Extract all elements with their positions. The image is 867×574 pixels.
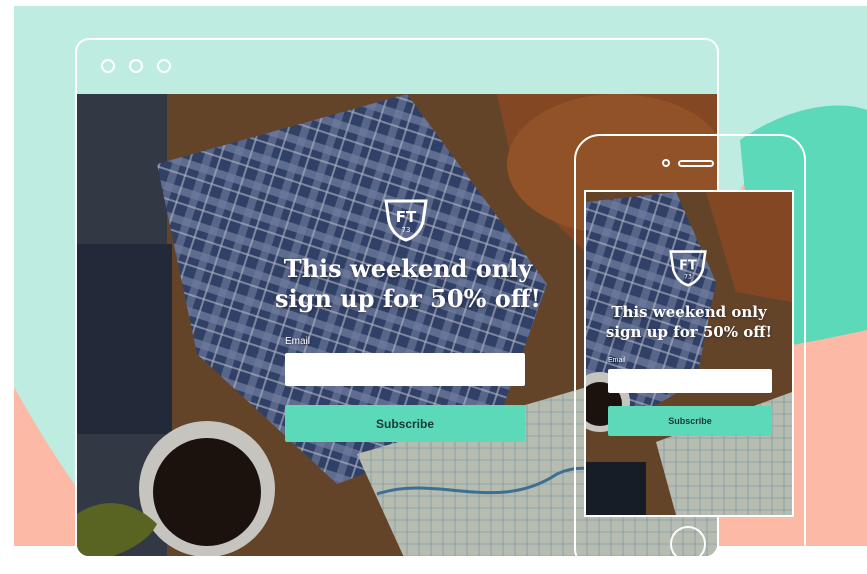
window-dot-icon [101,59,115,73]
window-dot-icon [157,59,171,73]
headline-line-2: sign up for 50% off! [275,284,541,313]
phone-home-button-icon [670,526,706,562]
phone-speaker-icon [678,160,714,167]
subscribe-button[interactable]: Subscribe [285,405,525,442]
mobile-headline-line-2: sign up for 50% off! [605,323,773,341]
phone-camera-icon [662,159,670,167]
mobile-headline-line-1: This weekend only [611,303,767,321]
mobile-logo-text: FT [679,259,697,274]
mobile-email-label: Email [608,357,626,364]
email-label: Email [285,336,311,347]
mobile-promo-headline: This weekend only sign up for 50% off! [594,302,784,342]
email-input[interactable] [285,353,525,386]
ft-shield-logo-icon: FT 73 [384,199,428,242]
mobile-hero-background-photo [586,192,792,515]
mobile-logo-subtext: 73 [684,273,692,280]
window-dot-icon [129,59,143,73]
mobile-subscribe-button[interactable]: Subscribe [608,406,772,436]
logo-text: FT [396,208,417,226]
promo-headline: This weekend only sign up for 50% off! [263,254,553,314]
headline-line-1: This weekend only [283,254,533,283]
browser-title-bar [77,40,717,94]
mobile-screen: FT 73 This weekend only sign up for 50% … [584,190,794,517]
mobile-ft-shield-logo-icon: FT 73 [669,250,707,287]
mobile-email-input[interactable] [608,369,772,393]
logo-subtext: 73 [402,226,411,234]
